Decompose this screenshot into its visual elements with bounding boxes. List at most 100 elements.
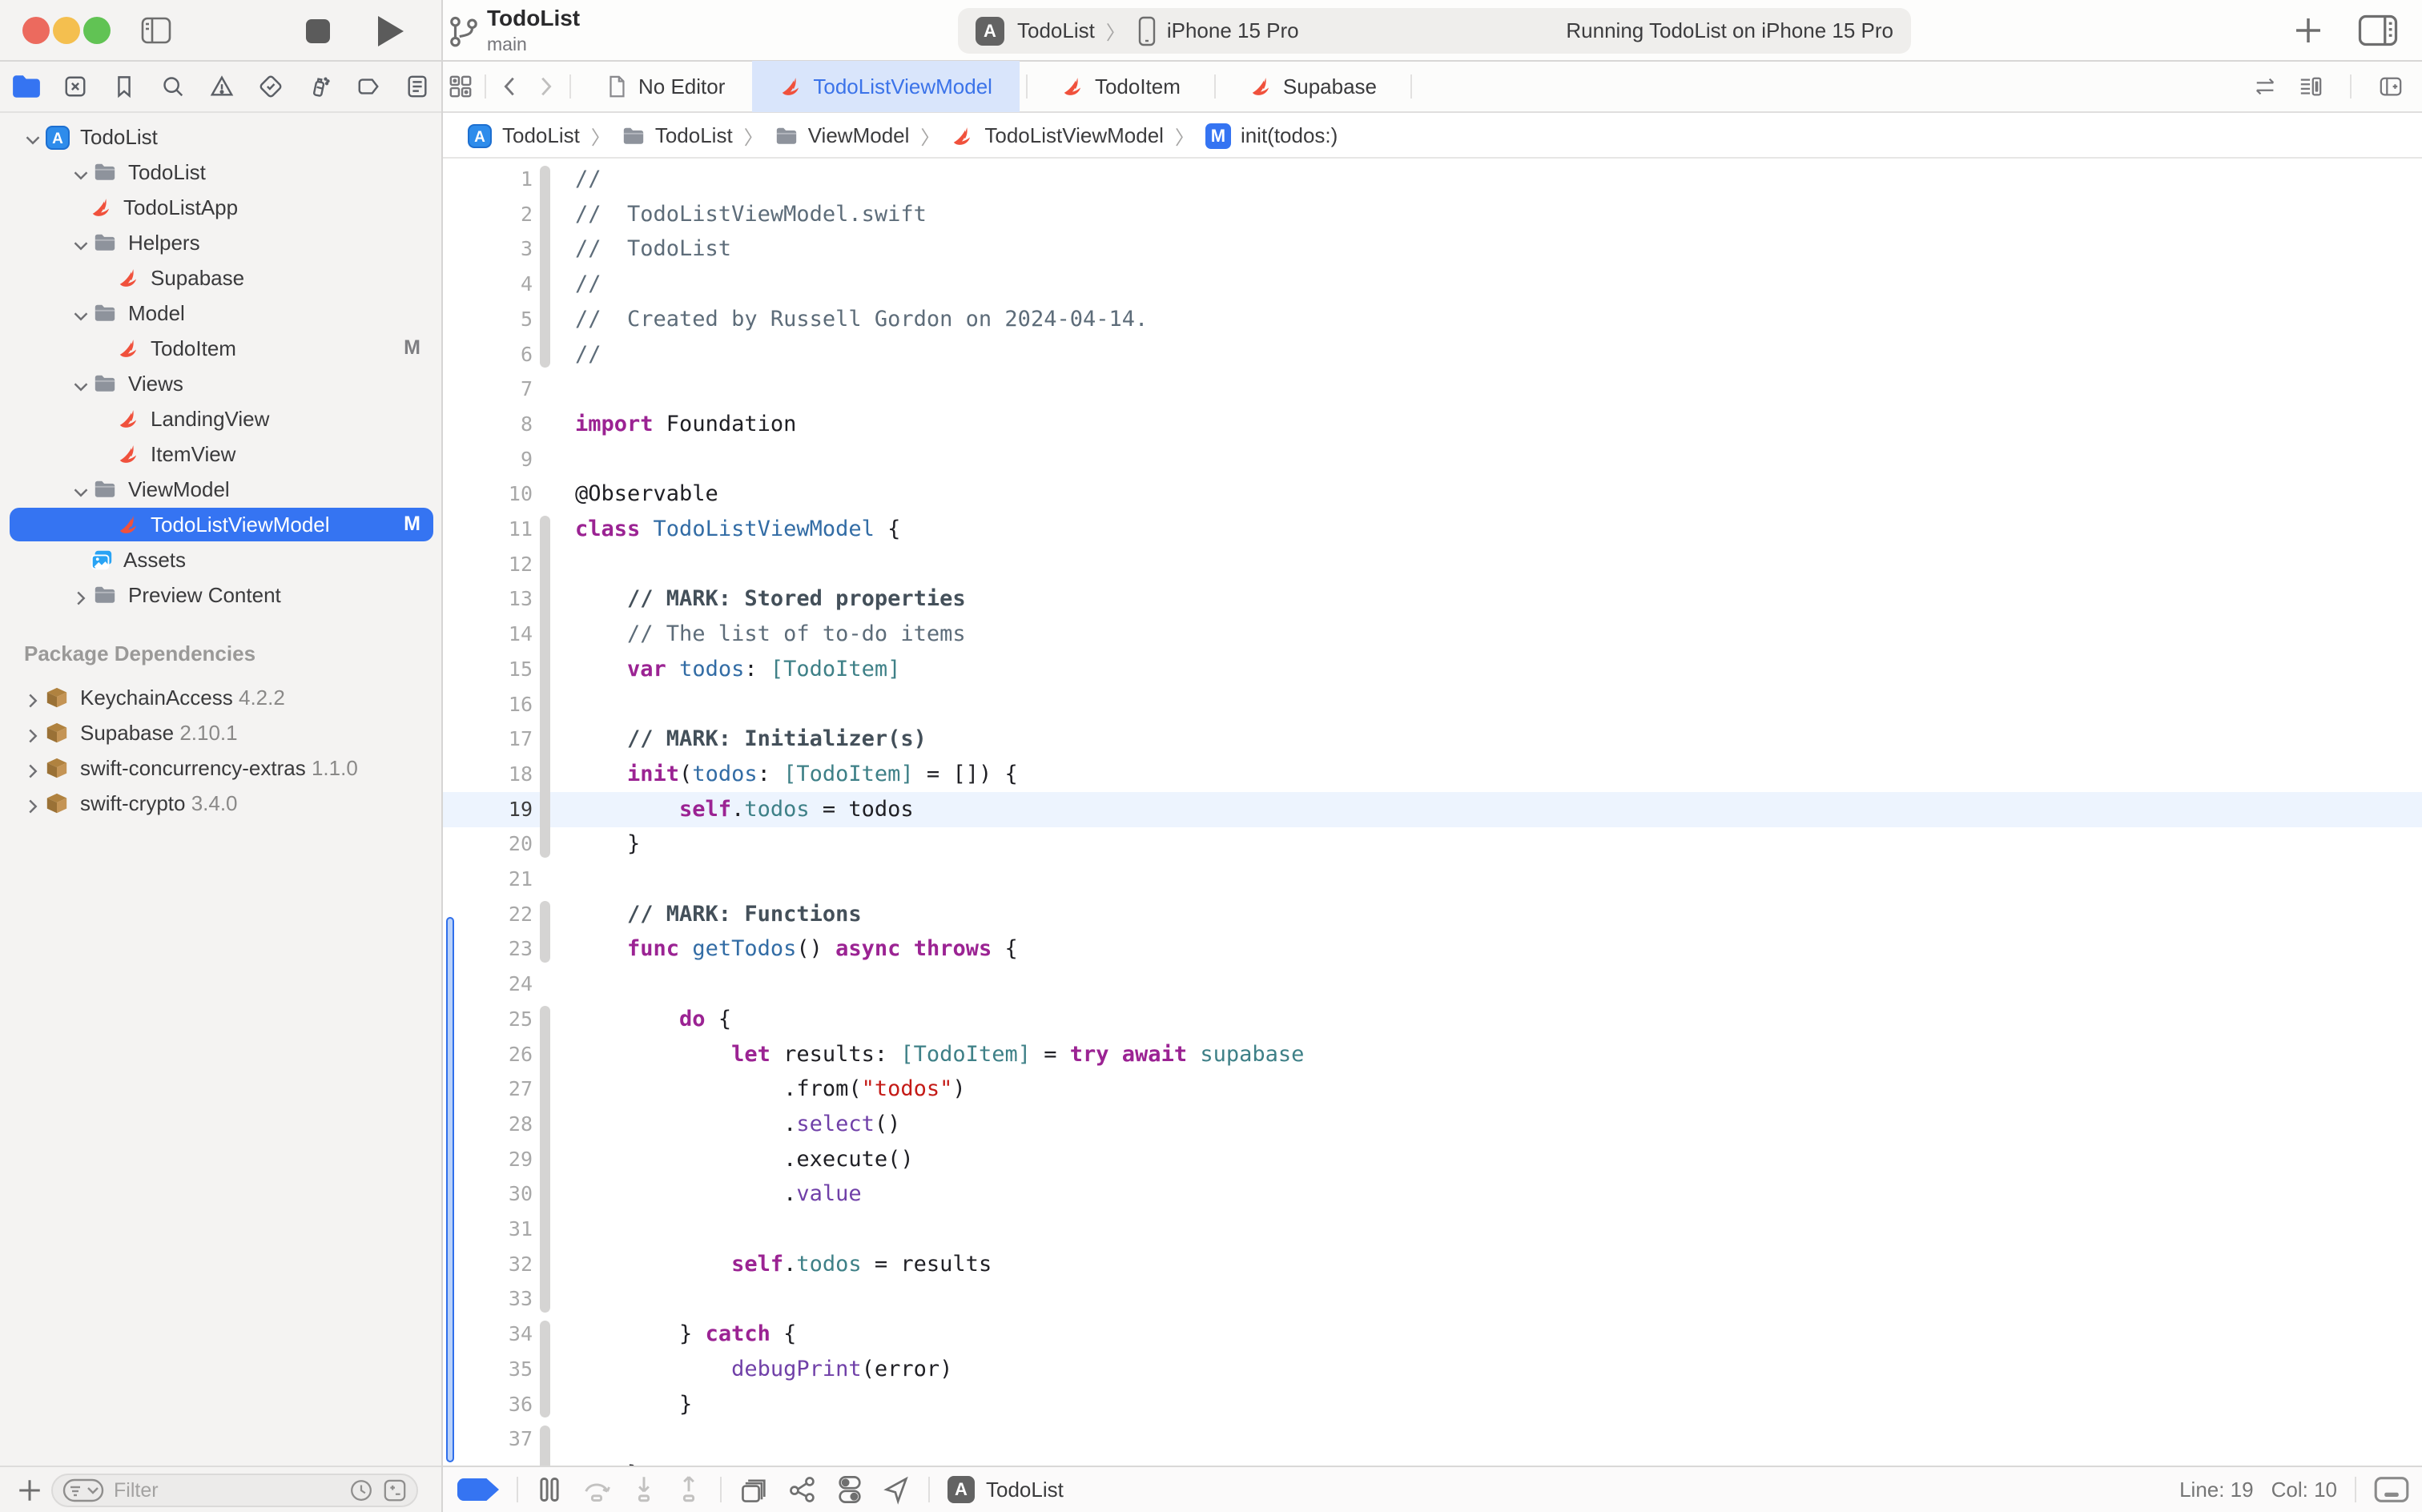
code-line-12[interactable]: 12 — [443, 547, 2422, 582]
code-line-30[interactable]: 30 .value — [443, 1176, 2422, 1212]
line-number[interactable]: 33 — [443, 1281, 533, 1317]
line-number[interactable]: 19 — [443, 792, 533, 827]
line-number[interactable]: 25 — [443, 1002, 533, 1037]
line-number[interactable]: 2 — [443, 197, 533, 232]
plus-icon[interactable] — [2292, 14, 2324, 46]
code-line-15[interactable]: 15 var todos: [TodoItem] — [443, 652, 2422, 687]
line-number[interactable]: 4 — [443, 267, 533, 302]
code-line-16[interactable]: 16 — [443, 687, 2422, 722]
sidebar-toggle-icon[interactable] — [141, 16, 171, 45]
disclosure-right-icon[interactable] — [21, 724, 38, 743]
code-line-26[interactable]: 26 let results: [TodoItem] = try await s… — [443, 1037, 2422, 1072]
code-line-11[interactable]: 11 class TodoListViewModel { — [443, 512, 2422, 547]
back-chevron-icon[interactable] — [493, 69, 528, 104]
code-line-21[interactable]: 21 — [443, 862, 2422, 897]
breadcrumb-item[interactable]: Minit(todos:) — [1205, 123, 1338, 149]
project-navigator-icon[interactable] — [11, 71, 42, 102]
disclosure-right-icon[interactable] — [21, 689, 38, 708]
code-line-29[interactable]: 29 .execute() — [443, 1142, 2422, 1177]
line-number[interactable]: 30 — [443, 1176, 533, 1212]
breadcrumb-item[interactable]: ViewModel — [774, 123, 909, 148]
line-number[interactable]: 21 — [443, 862, 533, 897]
line-number[interactable]: 15 — [443, 652, 533, 687]
run-button[interactable] — [378, 16, 404, 46]
code-line-10[interactable]: 10 @Observable — [443, 477, 2422, 512]
running-app-label[interactable]: TodoList — [986, 1478, 1064, 1502]
line-number[interactable]: 23 — [443, 931, 533, 967]
code-line-1[interactable]: 1 // — [443, 162, 2422, 197]
memory-graph-icon[interactable] — [787, 1474, 818, 1505]
disclosure-down-icon[interactable] — [69, 163, 88, 181]
source-editor[interactable]: 1 // 2 // TodoListViewModel.swift 3 // TodoLi… — [443, 160, 2422, 1466]
add-file-icon[interactable] — [16, 1477, 43, 1504]
line-number[interactable]: 11 — [443, 512, 533, 547]
code-line-19[interactable]: 19 self.todos = todos — [443, 791, 2422, 827]
sidebar-item-todolist[interactable]: A TodoList — [0, 119, 441, 155]
code-line-34[interactable]: 34 } catch { — [443, 1317, 2422, 1352]
code-line-2[interactable]: 2 // TodoListViewModel.swift — [443, 197, 2422, 232]
line-number[interactable]: 35 — [443, 1352, 533, 1387]
step-out-icon[interactable] — [675, 1475, 702, 1504]
code-line-5[interactable]: 5 // Created by Russell Gordon on 2024-04… — [443, 302, 2422, 337]
line-number[interactable]: 5 — [443, 302, 533, 337]
step-into-icon[interactable] — [630, 1475, 658, 1504]
line-number[interactable]: 10 — [443, 477, 533, 512]
add-editor-split-icon[interactable] — [2379, 74, 2403, 99]
sidebar-item-assets[interactable]: Assets — [0, 542, 441, 577]
breadcrumb-item[interactable]: A TodoList — [467, 123, 580, 149]
line-number[interactable]: 27 — [443, 1072, 533, 1107]
pause-execution-icon[interactable] — [536, 1475, 563, 1504]
line-number[interactable]: 22 — [443, 897, 533, 932]
sidebar-item-model[interactable]: Model — [0, 296, 441, 331]
disclosure-right-icon[interactable] — [69, 586, 86, 605]
grid-editors-icon[interactable] — [443, 69, 478, 104]
breakpoint-navigator-icon[interactable] — [353, 71, 384, 102]
code-line-32[interactable]: 32 self.todos = results — [443, 1247, 2422, 1282]
package-item-swift-crypto[interactable]: swift-crypto 3.4.0 — [0, 786, 441, 821]
line-number[interactable]: 8 — [443, 407, 533, 442]
line-number[interactable]: 12 — [443, 547, 533, 582]
code-line-17[interactable]: 17 // MARK: Initializer(s) — [443, 722, 2422, 757]
minimize-window-button[interactable] — [53, 17, 80, 44]
editor-layout-icon[interactable] — [2358, 13, 2398, 48]
disclosure-down-icon[interactable] — [21, 128, 40, 146]
line-number[interactable]: 18 — [443, 757, 533, 792]
line-number[interactable]: 31 — [443, 1212, 533, 1247]
environment-overrides-icon[interactable] — [835, 1474, 864, 1505]
sidebar-item-todolistviewmodel[interactable]: TodoListViewModel M — [0, 507, 441, 542]
line-number[interactable]: 7 — [443, 372, 533, 407]
code-line-7[interactable]: 7 — [443, 372, 2422, 407]
line-number[interactable]: 24 — [443, 967, 533, 1002]
disclosure-down-icon[interactable] — [69, 304, 88, 322]
line-number[interactable]: 34 — [443, 1317, 533, 1352]
code-line-8[interactable]: 8 import Foundation — [443, 407, 2422, 442]
code-line-23[interactable]: 23 func getTodos() async throws { — [443, 931, 2422, 967]
close-window-button[interactable] — [22, 17, 50, 44]
code-line-36[interactable]: 36 } — [443, 1387, 2422, 1422]
package-item-keychainaccess[interactable]: KeychainAccess 4.2.2 — [0, 680, 441, 715]
code-line-31[interactable]: 31 — [443, 1212, 2422, 1247]
line-number[interactable]: 29 — [443, 1142, 533, 1177]
code-line-37[interactable]: 37 — [443, 1422, 2422, 1457]
disclosure-down-icon[interactable] — [69, 481, 88, 498]
tab-todolistviewmodel[interactable]: TodoListViewModel — [752, 61, 1020, 112]
issue-navigator-icon[interactable] — [207, 71, 237, 102]
filter-field[interactable]: Filter — [51, 1474, 418, 1507]
breadcrumb-item[interactable]: TodoListViewModel — [951, 123, 1164, 148]
code-line-28[interactable]: 28 .select() — [443, 1107, 2422, 1142]
code-line-14[interactable]: 14 // The list of to-do items — [443, 617, 2422, 652]
line-number[interactable]: 14 — [443, 617, 533, 652]
scheme-selector[interactable]: A TodoList 〉 iPhone 15 Pro Running TodoL… — [958, 8, 1911, 54]
filter-menu-icon[interactable] — [62, 1478, 104, 1502]
line-number[interactable]: 9 — [443, 442, 533, 477]
code-line-3[interactable]: 3 // TodoList — [443, 231, 2422, 267]
step-over-icon[interactable] — [581, 1475, 613, 1504]
line-number[interactable]: 28 — [443, 1107, 533, 1142]
keyboard-icon[interactable] — [2374, 1476, 2409, 1503]
debug-navigator-icon[interactable] — [304, 71, 335, 102]
code-line-33[interactable]: 33 — [443, 1281, 2422, 1317]
tab-supabase[interactable]: Supabase — [1222, 61, 1404, 112]
code-line-6[interactable]: 6 // — [443, 337, 2422, 372]
line-number[interactable]: 13 — [443, 581, 533, 617]
add-remove-filter-icon[interactable] — [383, 1478, 407, 1502]
